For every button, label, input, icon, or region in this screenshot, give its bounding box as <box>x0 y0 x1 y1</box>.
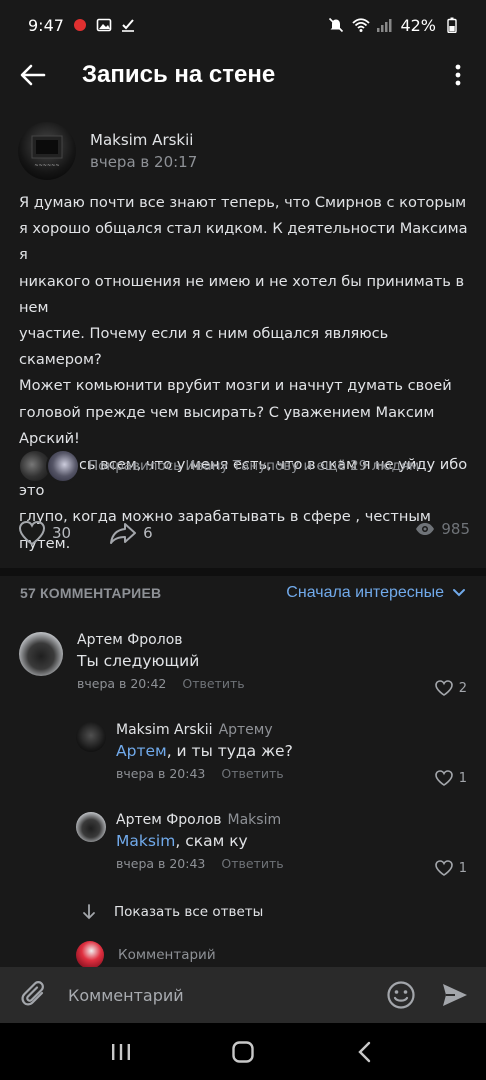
comment-like-button[interactable]: 1 <box>434 770 467 786</box>
post-author[interactable]: ~~~~~~ Maksim Arskii вчера в 20:17 <box>18 122 197 180</box>
paperclip-icon <box>21 981 44 1006</box>
reply-button[interactable]: Ответить <box>221 856 283 871</box>
notification-icon <box>72 17 88 33</box>
views-count: 985 <box>441 520 470 538</box>
battery-icon <box>444 17 460 34</box>
reply-button[interactable]: Ответить <box>182 676 244 691</box>
home-button[interactable] <box>223 1032 263 1072</box>
shares-count: 6 <box>143 524 153 542</box>
comment-input[interactable]: Комментарий <box>68 986 384 1005</box>
reply-button[interactable]: Ответить <box>221 766 283 781</box>
system-back-button[interactable] <box>345 1032 385 1072</box>
comment-text: Ты следующий <box>77 652 200 670</box>
comment-time: вчера в 20:43 <box>116 856 206 871</box>
sort-label: Сначала интересные <box>286 584 444 601</box>
post-actions: 30 6 985 <box>18 516 470 550</box>
comment-time: вчера в 20:43 <box>116 766 206 781</box>
like-button[interactable]: 30 <box>18 520 71 546</box>
comment-time: вчера в 20:42 <box>77 676 167 691</box>
comment-text: , и ты туда же? <box>166 742 293 760</box>
mention-link[interactable]: Артем <box>116 742 167 760</box>
comment-likes-count: 1 <box>458 860 467 876</box>
send-button[interactable] <box>438 978 472 1012</box>
heart-icon <box>434 770 453 786</box>
commenter-name[interactable]: Артем Фролов <box>77 632 245 648</box>
status-time: 9:47 <box>28 15 64 35</box>
own-avatar <box>76 941 104 969</box>
liked-by-text: Понравилось Ивану Танупову и ещё 29 людя… <box>88 458 420 474</box>
post-text: Я думаю почти все знают теперь, что Смир… <box>19 194 468 552</box>
app-header: Запись на стене <box>0 50 486 100</box>
task-icon <box>120 17 136 33</box>
author-avatar[interactable]: ~~~~~~ <box>18 122 76 180</box>
chevron-down-icon <box>453 589 465 597</box>
comment-like-button[interactable]: 2 <box>434 680 467 696</box>
likes-count: 30 <box>52 524 72 542</box>
emoji-button[interactable] <box>384 978 418 1012</box>
commenter-name[interactable]: Артем Фролов <box>116 812 222 828</box>
heart-icon <box>434 680 453 696</box>
recent-apps-icon <box>112 1043 130 1060</box>
share-button[interactable]: 6 <box>109 521 153 545</box>
gallery-icon <box>96 17 112 33</box>
show-replies-label: Показать все ответы <box>114 904 264 920</box>
page-title: Запись на стене <box>82 61 276 88</box>
share-icon <box>110 523 137 544</box>
smile-icon <box>387 981 415 1009</box>
more-vertical-icon <box>455 64 461 86</box>
signal-icon <box>376 17 392 33</box>
reply-to: Maksim <box>227 812 282 828</box>
comment: Артем Фролов Ты следующий вчера в 20:42 … <box>19 632 245 691</box>
commenter-avatar[interactable] <box>19 632 63 676</box>
mute-icon <box>328 17 344 33</box>
commenter-avatar[interactable] <box>76 722 106 752</box>
reply-comment-preview[interactable]: Комментарий <box>76 941 216 969</box>
liked-by-row[interactable]: Понравилось Ивану Танупову и ещё 29 людя… <box>18 449 419 483</box>
system-navigation-bar <box>0 1023 486 1080</box>
sort-comments-button[interactable]: Сначала интересные <box>286 584 466 602</box>
post-time: вчера в 20:17 <box>90 153 198 171</box>
attach-button[interactable] <box>14 975 54 1015</box>
comment-reply: Maksim Arskii Артему Артем, и ты туда же?… <box>76 722 293 781</box>
recent-apps-button[interactable] <box>101 1032 141 1072</box>
heart-icon <box>18 520 46 546</box>
back-button[interactable] <box>0 50 68 100</box>
comment-likes-count: 2 <box>458 680 467 696</box>
wifi-icon <box>352 17 371 33</box>
comments-header: 57 КОММЕНТАРИЕВ Сначала интересные <box>0 580 486 606</box>
back-arrow-icon <box>20 64 46 86</box>
reply-preview-label: Комментарий <box>118 947 216 963</box>
mention-link[interactable]: Maksim <box>116 832 175 850</box>
show-all-replies-button[interactable]: Показать все ответы <box>82 904 263 920</box>
comment-composer: Комментарий <box>0 967 486 1023</box>
send-icon <box>443 984 467 1006</box>
arrow-down-icon <box>83 904 95 920</box>
reply-to: Артему <box>218 722 273 738</box>
views-counter: 985 <box>415 520 470 538</box>
comment-reply: Артем Фролов Maksim Maksim, скам ку вчера… <box>76 812 284 871</box>
status-bar: 9:47 42% <box>0 0 486 50</box>
commenter-name[interactable]: Maksim Arskii <box>116 722 213 738</box>
eye-icon <box>416 523 435 535</box>
liker-avatar <box>46 449 80 483</box>
comments-count: 57 КОММЕНТАРИЕВ <box>20 585 162 601</box>
back-chevron-icon <box>358 1041 371 1062</box>
more-options-button[interactable] <box>446 60 470 90</box>
heart-icon <box>434 860 453 876</box>
commenter-avatar[interactable] <box>76 812 106 842</box>
battery-level: 42% <box>400 15 436 35</box>
home-icon <box>232 1040 254 1063</box>
svg-text:~~~~~~: ~~~~~~ <box>34 163 59 169</box>
section-divider <box>0 568 486 576</box>
author-name[interactable]: Maksim Arskii <box>90 131 197 149</box>
comment-likes-count: 1 <box>458 770 467 786</box>
comment-like-button[interactable]: 1 <box>434 860 467 876</box>
comment-text: , скам ку <box>175 832 248 850</box>
